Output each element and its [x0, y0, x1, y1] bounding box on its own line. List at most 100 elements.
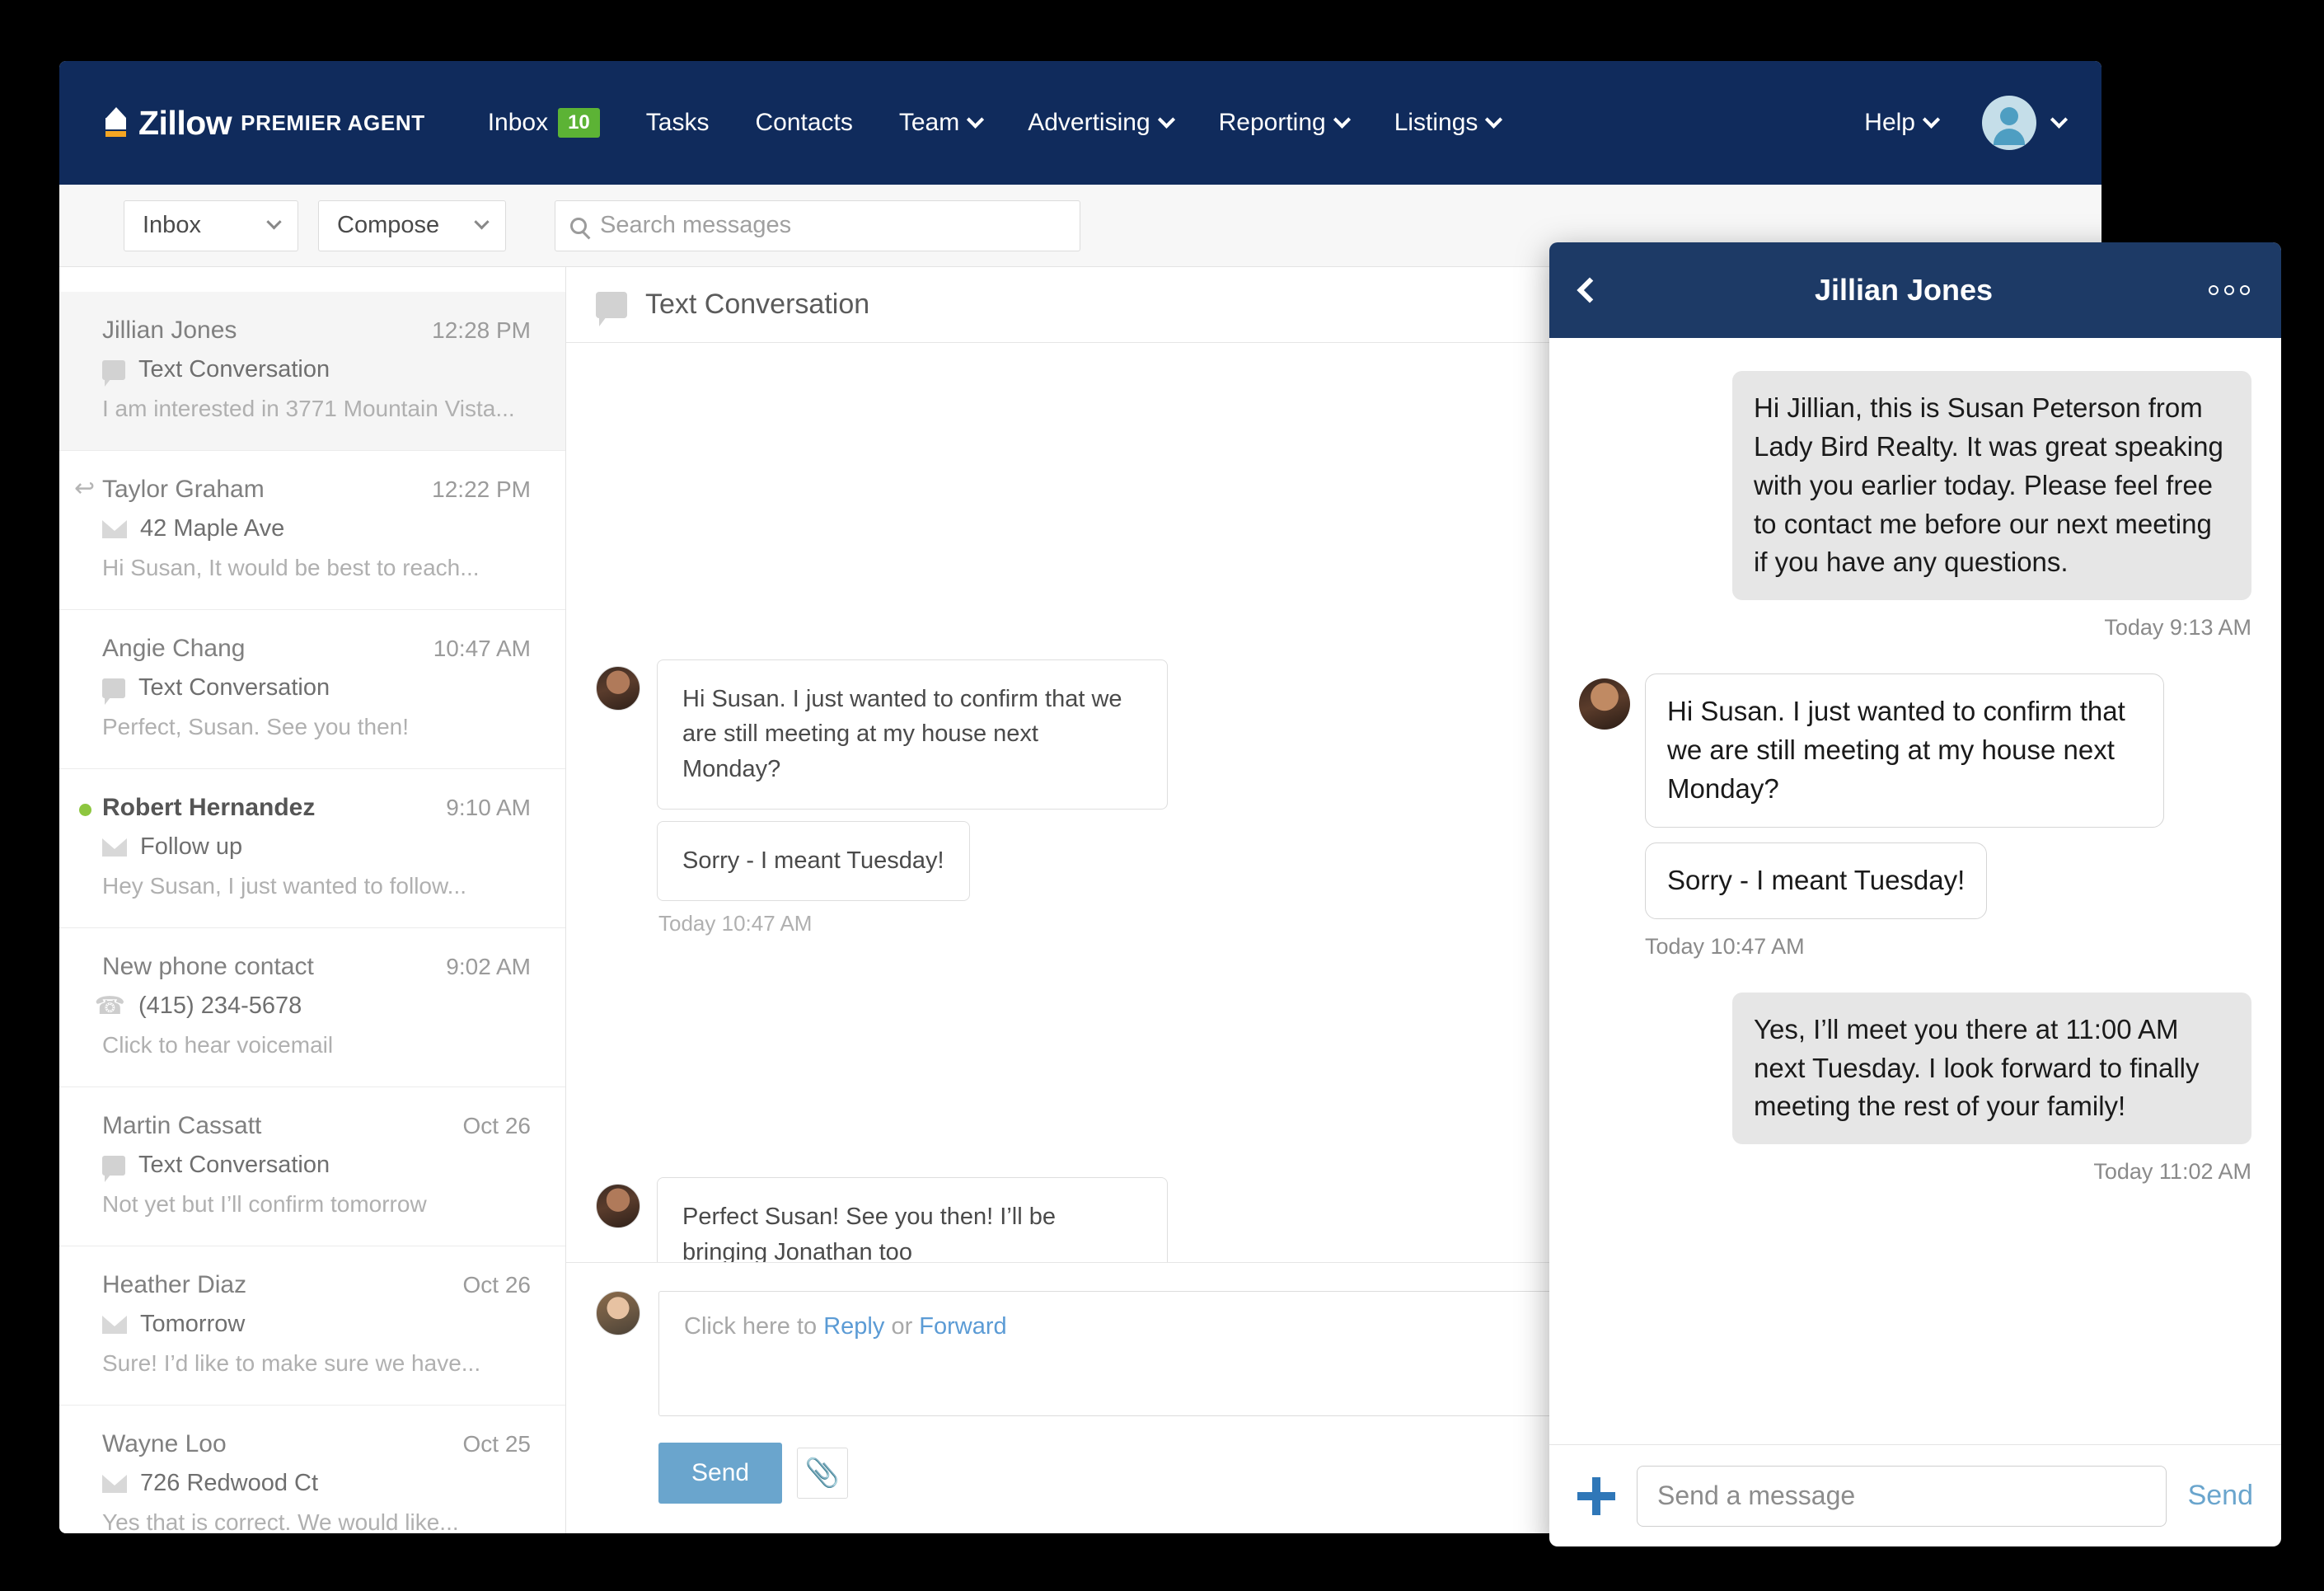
avatar	[1579, 678, 1630, 730]
mobile-messages: Hi Jillian, this is Susan Peterson from …	[1549, 338, 2281, 1444]
mobile-input-placeholder: Send a message	[1657, 1481, 1856, 1510]
nav-item-tasks[interactable]: Tasks	[623, 109, 733, 137]
mobile-bubble-outgoing: Yes, I’ll meet you there at 11:00 AM nex…	[1732, 992, 2251, 1145]
message-subject: Tomorrow	[140, 1311, 246, 1337]
message-bubble-incoming: Hi Susan. I just wanted to confirm that …	[657, 659, 1168, 810]
message-preview: Hey Susan, I just wanted to follow...	[102, 873, 467, 899]
list-item[interactable]: ↩ Taylor Graham 12:22 PM 42 Maple Ave Hi…	[59, 451, 565, 610]
nav-item-help[interactable]: Help	[1841, 109, 1961, 137]
message-time: 10:47 AM	[433, 636, 531, 661]
chevron-down-icon	[266, 214, 282, 230]
add-attachment-icon[interactable]	[1577, 1476, 1615, 1515]
brand-premier-agent-text: PREMIER AGENT	[241, 110, 425, 135]
mobile-timestamp: Today 10:47 AM	[1645, 933, 1805, 959]
message-preview: Not yet but I’ll confirm tomorrow	[102, 1191, 427, 1217]
message-bubble-incoming: Perfect Susan! See you then! I’ll be bri…	[657, 1176, 1168, 1262]
nav-item-tasks-label: Tasks	[645, 109, 710, 136]
attachment-icon[interactable]: 📎	[797, 1448, 849, 1499]
message-time: 12:28 PM	[432, 317, 531, 343]
nav-item-reporting[interactable]: Reporting	[1196, 109, 1371, 137]
message-list[interactable]: Jillian Jones 12:28 PM Text Conversation…	[59, 267, 566, 1533]
list-item[interactable]: New phone contact 9:02 AM ☎ (415) 234-56…	[59, 928, 565, 1087]
brand-zillow-text: Zillow	[138, 103, 232, 142]
conversation-title: Text Conversation	[645, 289, 870, 320]
message-time: Oct 26	[462, 1113, 531, 1138]
reply-prefix-text: Click here to	[684, 1313, 824, 1340]
message-sender: Robert Hernandez	[102, 794, 316, 821]
mobile-message-input[interactable]: Send a message	[1637, 1465, 2167, 1527]
message-subject: Follow up	[140, 833, 243, 860]
list-item[interactable]: Angie Chang 10:47 AM Text Conversation P…	[59, 610, 565, 769]
list-item[interactable]: Robert Hernandez 9:10 AM Follow up Hey S…	[59, 769, 565, 928]
chevron-down-icon	[474, 214, 490, 230]
list-item[interactable]: Martin Cassatt Oct 26 Text Conversation …	[59, 1087, 565, 1246]
message-preview: I am interested in 3771 Mountain Vista..…	[102, 396, 515, 421]
message-preview: Perfect, Susan. See you then!	[102, 714, 410, 739]
message-time: 12:22 PM	[432, 476, 531, 502]
mobile-composer: Send a message Send	[1549, 1444, 2281, 1546]
message-time: 9:02 AM	[446, 954, 531, 979]
phone-icon: ☎	[94, 992, 125, 1020]
nav-item-contacts-label: Contacts	[755, 109, 853, 136]
chat-icon	[102, 678, 125, 705]
list-item[interactable]: Heather Diaz Oct 26 Tomorrow Sure! I’d l…	[59, 1246, 565, 1406]
message-subject: (415) 234-5678	[138, 993, 302, 1019]
mobile-timestamp: Today 9:13 AM	[2104, 615, 2251, 641]
compose-button[interactable]: Compose	[318, 199, 506, 251]
account-chevron-down-icon[interactable]	[2050, 110, 2069, 129]
nav-item-team[interactable]: Team	[876, 109, 1005, 137]
chat-icon	[102, 359, 125, 387]
message-preview: Yes that is correct. We would like...	[102, 1509, 459, 1533]
message-preview: Click to hear voicemail	[102, 1032, 334, 1058]
message-preview: Hi Susan, It would be best to reach...	[102, 555, 480, 580]
list-item[interactable]: Wayne Loo Oct 25 726 Redwood Ct Yes that…	[59, 1406, 565, 1533]
mobile-send-button[interactable]: Send	[2188, 1480, 2253, 1512]
nav-item-contacts[interactable]: Contacts	[732, 109, 875, 137]
nav-right-group: Help	[1841, 96, 2069, 150]
search-input[interactable]: Search messages	[555, 199, 1080, 251]
message-subject: Text Conversation	[138, 1152, 330, 1178]
mobile-bubble-row: Hi Jillian, this is Susan Peterson from …	[1579, 371, 2251, 601]
nav-item-advertising-label: Advertising	[1028, 109, 1150, 136]
mobile-bubble-row: Yes, I’ll meet you there at 11:00 AM nex…	[1579, 992, 2251, 1145]
mobile-header: Jillian Jones	[1549, 242, 2281, 338]
agent-avatar	[596, 1291, 640, 1335]
zillow-premier-agent-logo[interactable]: Zillow PREMIER AGENT	[102, 106, 425, 140]
message-subject: 42 Maple Ave	[140, 515, 285, 542]
mobile-chat-overlay: Jillian Jones Hi Jillian, this is Susan …	[1549, 242, 2281, 1546]
user-avatar[interactable]	[1982, 96, 2036, 150]
reply-arrow-icon: ↩	[74, 475, 96, 502]
nav-item-advertising[interactable]: Advertising	[1005, 109, 1195, 137]
mobile-bubble-outgoing: Hi Jillian, this is Susan Peterson from …	[1732, 371, 2251, 601]
more-options-icon[interactable]	[2209, 285, 2250, 295]
mail-icon	[102, 1315, 127, 1334]
message-preview: Sure! I’d like to make sure we have...	[102, 1350, 481, 1376]
reply-link[interactable]: Reply	[823, 1313, 884, 1340]
message-sender: New phone contact	[102, 953, 314, 980]
zillow-house-icon	[102, 106, 130, 139]
chevron-down-icon	[1922, 110, 1941, 129]
message-bubble-incoming-2: Sorry - I meant Tuesday!	[657, 821, 970, 902]
compose-button-label: Compose	[337, 212, 440, 238]
folder-select[interactable]: Inbox	[124, 199, 298, 251]
send-button[interactable]: Send	[658, 1443, 783, 1504]
message-sender: Angie Chang	[102, 635, 246, 662]
nav-item-listings[interactable]: Listings	[1371, 109, 1524, 137]
folder-select-value: Inbox	[143, 212, 201, 238]
unread-dot-icon	[79, 804, 91, 816]
avatar	[596, 1183, 640, 1228]
message-sender: Heather Diaz	[102, 1271, 247, 1298]
nav-items: Inbox 10 Tasks Contacts Team Advertising	[465, 108, 1524, 138]
mail-icon	[102, 1474, 127, 1493]
message-time: Oct 25	[462, 1431, 531, 1457]
message-time: Oct 26	[462, 1272, 531, 1298]
chevron-down-icon	[1485, 110, 1503, 129]
message-subject: 726 Redwood Ct	[140, 1470, 319, 1496]
nav-item-listings-label: Listings	[1394, 109, 1478, 136]
search-input-placeholder: Search messages	[600, 212, 792, 238]
forward-link[interactable]: Forward	[919, 1313, 1006, 1340]
list-item[interactable]: Jillian Jones 12:28 PM Text Conversation…	[59, 292, 565, 451]
message-sender: Taylor Graham	[102, 476, 265, 503]
nav-item-inbox[interactable]: Inbox 10	[465, 108, 623, 138]
nav-item-reporting-label: Reporting	[1218, 109, 1326, 136]
